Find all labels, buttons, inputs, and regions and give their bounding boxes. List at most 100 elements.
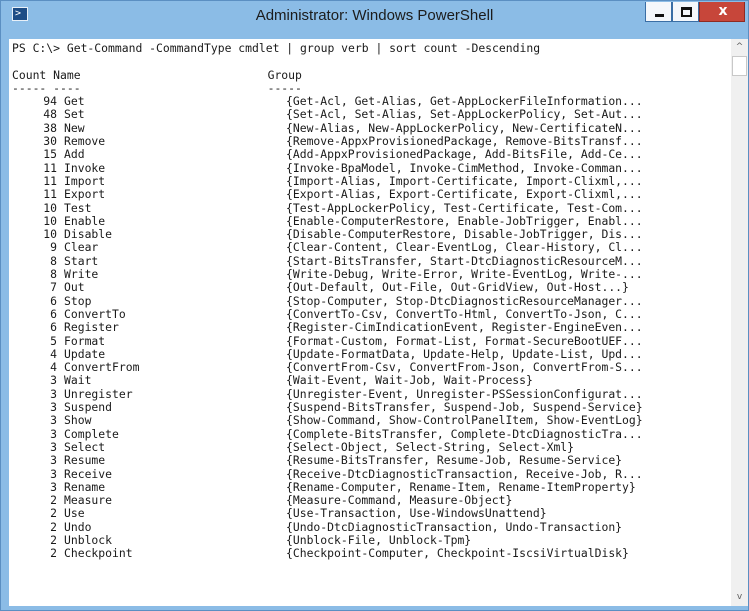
name-cell: Undo xyxy=(64,519,92,534)
count-cell: 4 xyxy=(50,360,57,375)
table-row: 11 Export {Export-Alias, Export-Certificat… xyxy=(12,187,731,202)
table-row: 7 Out {Out-Default, Out-File, Out-GridView… xyxy=(12,280,731,295)
count-cell: 2 xyxy=(50,546,57,561)
table-row: 6 ConvertTo {ConvertTo-Csv, ConvertTo-Html… xyxy=(12,307,731,321)
count-cell: 2 xyxy=(50,506,57,521)
group-cell: {Unregister-Event, Unregister-PSSessionC… xyxy=(286,386,643,401)
table-row: 30 Remove {Remove-AppxProvisionedPackage, … xyxy=(12,134,731,149)
separator-count: ----- xyxy=(12,80,47,95)
count-cell: 3 xyxy=(50,426,57,441)
name-cell: Start xyxy=(64,253,99,268)
scroll-thumb[interactable] xyxy=(732,56,747,76)
name-cell: Use xyxy=(64,506,85,521)
count-cell: 3 xyxy=(50,373,57,388)
header-row: Count Name Group xyxy=(12,67,731,82)
maximize-icon xyxy=(681,7,692,17)
name-cell: Rename xyxy=(64,479,106,494)
group-cell: {Export-Alias, Export-Certificate, Expor… xyxy=(286,187,643,202)
group-cell: {Suspend-BitsTransfer, Suspend-Job, Susp… xyxy=(286,400,643,415)
close-button[interactable]: x xyxy=(699,2,745,22)
table-row: 2 Use {Use-Transaction, Use-WindowsUnatten… xyxy=(12,506,731,521)
count-cell: 2 xyxy=(50,532,57,547)
vertical-scrollbar[interactable]: ^ v xyxy=(731,39,748,606)
group-cell: {Measure-Command, Measure-Object} xyxy=(286,493,513,508)
table-row: 3 Suspend {Suspend-BitsTransfer, Suspend-J… xyxy=(12,400,731,415)
count-cell: 10 xyxy=(43,227,57,242)
scroll-up-arrow-icon[interactable]: ^ xyxy=(731,39,748,56)
name-cell: Show xyxy=(64,413,92,428)
table-row: 15 Add {Add-AppxProvisionedPackage, Add-Bi… xyxy=(12,147,731,162)
result-rows: 94 Get {Get-Acl, Get-Alias, Get-AppLockerF… xyxy=(12,94,731,561)
table-row: 11 Import {Import-Alias, Import-Certificat… xyxy=(12,173,731,188)
table-row: 9 Clear {Clear-Content, Clear-EventLog, Cl… xyxy=(12,240,731,255)
name-cell: Complete xyxy=(64,426,119,441)
table-row: 4 ConvertFrom {ConvertFrom-Csv, ConvertFro… xyxy=(12,360,731,375)
group-cell: {Update-FormatData, Update-Help, Update-… xyxy=(286,346,643,361)
separator-group: ----- xyxy=(267,80,302,95)
table-row: 2 Measure {Measure-Command, Measure-Object… xyxy=(12,493,731,508)
table-row: 3 Show {Show-Command, Show-ControlPanelIte… xyxy=(12,413,731,428)
group-cell: {Undo-DtcDiagnosticTransaction, Undo-Tra… xyxy=(286,519,623,534)
close-icon: x xyxy=(718,3,728,19)
name-cell: Write xyxy=(64,267,99,282)
count-cell: 9 xyxy=(50,240,57,255)
title-bar[interactable]: > Administrator: Windows PowerShell x xyxy=(1,1,748,39)
scroll-down-arrow-icon[interactable]: v xyxy=(731,589,748,606)
name-cell: Set xyxy=(64,107,85,122)
maximize-button[interactable] xyxy=(672,2,699,22)
name-cell: Import xyxy=(64,173,106,188)
group-cell: {Out-Default, Out-File, Out-GridView, Ou… xyxy=(286,280,629,295)
count-cell: 3 xyxy=(50,453,57,468)
name-cell: Invoke xyxy=(64,160,106,175)
table-row: 3 Rename {Rename-Computer, Rename-Item, Re… xyxy=(12,479,731,494)
count-cell: 94 xyxy=(43,94,57,109)
name-cell: ConvertFrom xyxy=(64,360,140,375)
group-cell: {Get-Acl, Get-Alias, Get-AppLockerFileIn… xyxy=(286,94,643,109)
name-cell: Format xyxy=(64,333,106,348)
table-row: 94 Get {Get-Acl, Get-Alias, Get-AppLockerF… xyxy=(12,94,731,109)
count-cell: 6 xyxy=(50,320,57,335)
name-cell: Select xyxy=(64,439,106,454)
count-cell: 30 xyxy=(43,134,57,149)
count-cell: 38 xyxy=(43,120,57,135)
table-row: 3 Receive {Receive-DtcDiagnosticTransactio… xyxy=(12,467,731,481)
count-cell: 8 xyxy=(50,267,57,282)
table-row: 38 New {New-Alias, New-AppLockerPolicy, Ne… xyxy=(12,120,731,135)
minimize-button[interactable] xyxy=(645,2,672,22)
name-cell: Test xyxy=(64,200,92,215)
group-cell: {Register-CimIndicationEvent, Register-E… xyxy=(286,320,643,335)
count-cell: 11 xyxy=(43,160,57,175)
name-cell: Enable xyxy=(64,213,106,228)
count-cell: 10 xyxy=(43,200,57,215)
count-cell: 2 xyxy=(50,519,57,534)
console-output[interactable]: PS C:\> Get-Command -CommandType cmdlet … xyxy=(9,39,731,606)
name-cell: Out xyxy=(64,280,85,295)
separator-name: ---- xyxy=(53,80,81,95)
group-cell: {ConvertFrom-Csv, ConvertFrom-Json, Conv… xyxy=(286,360,643,375)
group-cell: {Test-AppLockerPolicy, Test-Certificate,… xyxy=(286,200,643,215)
group-cell: {Enable-ComputerRestore, Enable-JobTrigg… xyxy=(286,213,643,228)
separator-row: ----- ---- ----- xyxy=(12,80,731,95)
group-cell: {Checkpoint-Computer, Checkpoint-IscsiVi… xyxy=(286,546,629,561)
count-cell: 10 xyxy=(43,213,57,228)
name-cell: Clear xyxy=(64,240,99,255)
table-row: 4 Update {Update-FormatData, Update-Help, … xyxy=(12,346,731,361)
group-cell: {Select-Object, Select-String, Select-Xm… xyxy=(286,439,575,454)
group-cell: {Remove-AppxProvisionedPackage, Remove-B… xyxy=(286,134,643,149)
table-row: 10 Test {Test-AppLockerPolicy, Test-Certif… xyxy=(12,200,731,215)
group-cell: {Use-Transaction, Use-WindowsUnattend} xyxy=(286,506,547,521)
name-cell: Update xyxy=(64,346,106,361)
table-row: 10 Disable {Disable-ComputerRestore, Disab… xyxy=(12,227,731,242)
count-cell: 5 xyxy=(50,333,57,348)
table-row: 3 Select {Select-Object, Select-String, Se… xyxy=(12,439,731,454)
name-cell: Remove xyxy=(64,134,106,149)
group-cell: {New-Alias, New-AppLockerPolicy, New-Cer… xyxy=(286,120,643,135)
group-cell: {Stop-Computer, Stop-DtcDiagnosticResour… xyxy=(286,293,643,308)
name-cell: Get xyxy=(64,94,85,109)
group-cell: {Import-Alias, Import-Certificate, Impor… xyxy=(286,173,643,188)
count-cell: 15 xyxy=(43,147,57,162)
name-cell: Register xyxy=(64,320,119,335)
table-row: 2 Undo {Undo-DtcDiagnosticTransaction, Und… xyxy=(12,519,731,534)
header-name: Name xyxy=(53,67,81,82)
